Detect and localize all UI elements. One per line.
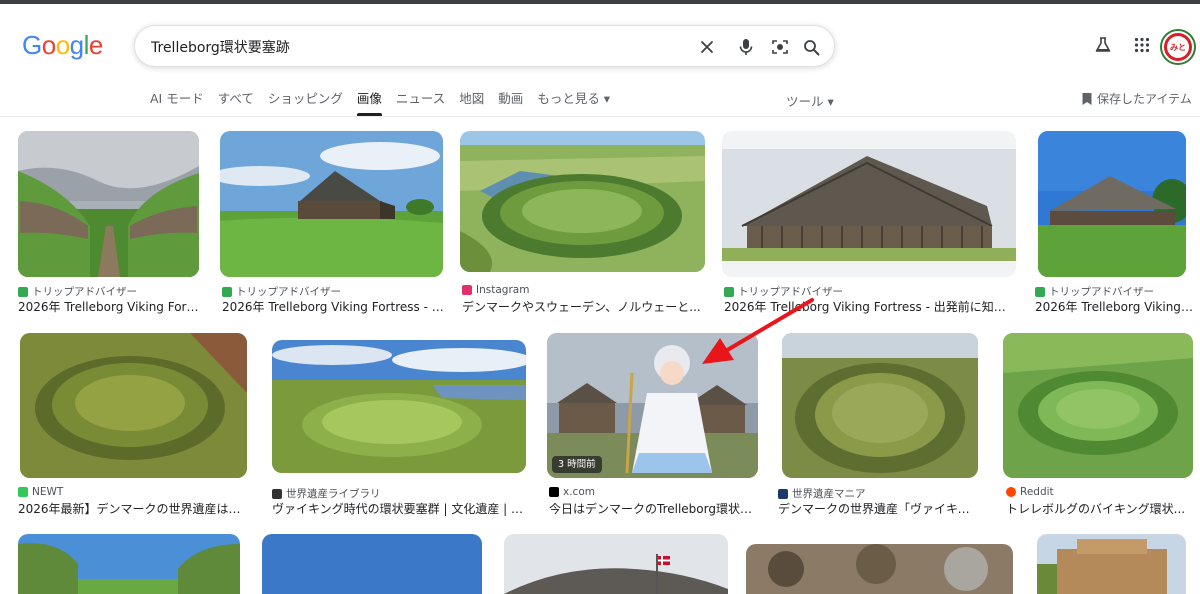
result-title-2[interactable]: 2026年 Trelleborg Viking Fortress - 出... [222,298,444,315]
result-source-3[interactable]: Instagram [462,284,529,296]
logo-letter: o [41,29,56,60]
red-arrow-annotation [702,298,814,364]
tab-7[interactable]: もっと見る ▾ [537,90,610,116]
logo-letter: G [22,29,42,60]
avatar-text: みと [1167,36,1189,58]
result-source-7[interactable]: 世界遺産ライブラリ [272,486,381,501]
result-image-11[interactable] [18,534,240,594]
header-divider [0,116,1200,117]
result-image-10[interactable] [1003,333,1193,478]
source-label: x.com [563,486,595,498]
microphone-icon[interactable] [735,36,757,58]
source-label: 世界遺産ライブラリ [286,488,381,500]
saved-items-label: 保存したアイテム [1097,92,1192,106]
tripadvisor-favicon-icon [1035,286,1045,297]
bookmark-icon [1082,92,1092,105]
result-image-13[interactable] [504,534,728,594]
result-image-1[interactable] [18,131,199,277]
result-title-7[interactable]: ヴァイキング時代の環状要塞群 | 文化遺産 | 世... [272,500,526,517]
tab-1[interactable]: すべて [218,90,254,116]
source-label: トリップアドバイザー [1049,286,1154,298]
result-title-10[interactable]: トレレボルグのバイキング環状... [1006,500,1194,517]
reddit-favicon-icon [1006,487,1016,497]
source-label: トリップアドバイザー [236,286,341,298]
tab-4[interactable]: ニュース [396,90,445,116]
result-title-3[interactable]: デンマークやスウェーデン、ノルウェーと... [462,298,702,315]
window-top-bar [0,0,1200,4]
result-image-7[interactable] [272,340,526,473]
logo-letter: o [55,29,70,60]
result-source-8[interactable]: x.com [549,486,595,498]
result-image-4[interactable] [722,131,1016,277]
saved-items-button[interactable]: 保存したアイテム [1081,90,1192,107]
result-title-6[interactable]: 2026年最新】デンマークの世界遺産は11... [18,500,246,517]
result-source-2[interactable]: トリップアドバイザー [222,284,341,299]
newt-favicon-icon [18,487,28,497]
tab-0[interactable]: AI モード [150,90,204,116]
instagram-favicon-icon [462,285,472,295]
tripadvisor-favicon-icon [18,286,28,297]
camera-lens-icon[interactable] [769,36,791,58]
result-image-5[interactable] [1038,131,1186,277]
search-box[interactable]: Trelleborg環状要塞跡 [134,25,835,67]
tools-button[interactable]: ツール ▾ [786,91,834,110]
result-source-6[interactable]: NEWT [18,486,63,498]
result-source-5[interactable]: トリップアドバイザー [1035,284,1154,299]
result-source-9[interactable]: 世界遺産マニア [778,486,866,501]
result-source-10[interactable]: Reddit [1006,486,1054,498]
apps-grid-icon[interactable] [1131,34,1153,56]
avatar[interactable]: みと [1162,31,1194,63]
library-favicon-icon [272,488,282,499]
heritage-mania-favicon-icon [778,488,788,499]
result-title-5[interactable]: 2026年 Trelleborg Viking F... [1035,298,1195,315]
result-title-9[interactable]: デンマークの世界遺産「ヴァイキン... [778,500,978,517]
tab-5[interactable]: 地図 [459,90,484,116]
result-image-15[interactable] [1037,534,1186,594]
search-input[interactable]: Trelleborg環状要塞跡 [151,37,290,57]
result-image-2[interactable] [220,131,443,277]
result-image-14[interactable] [746,544,1013,594]
search-icon[interactable] [800,36,822,58]
result-image-6[interactable] [20,333,247,478]
result-image-3[interactable] [460,131,705,272]
tab-2[interactable]: ショッピング [268,90,343,116]
flask-icon[interactable] [1092,34,1114,56]
result-title-1[interactable]: 2026年 Trelleborg Viking Fortres... [18,298,200,315]
result-title-8[interactable]: 今日はデンマークのTrelleborg環状要... [549,500,759,517]
result-image-12[interactable] [262,534,482,594]
google-logo[interactable]: Google [22,30,103,60]
time-badge: 3 時間前 [552,456,602,473]
x-favicon-icon [549,487,559,497]
search-tabs: AI モード すべて ショッピング 画像 ニュース 地図 動画 もっと見る ▾ [150,90,624,116]
tab-3[interactable]: 画像 [356,90,382,116]
source-label: Instagram [476,284,530,296]
source-label: トリップアドバイザー [32,286,137,298]
logo-letter: g [69,29,84,60]
close-icon[interactable] [696,36,718,58]
logo-letter: e [88,29,103,60]
source-label: 世界遺産マニア [792,488,866,500]
tab-6[interactable]: 動画 [498,90,523,116]
result-source-1[interactable]: トリップアドバイザー [18,284,137,299]
source-label: NEWT [32,486,64,498]
tripadvisor-favicon-icon [222,286,232,297]
source-label: Reddit [1020,486,1054,498]
